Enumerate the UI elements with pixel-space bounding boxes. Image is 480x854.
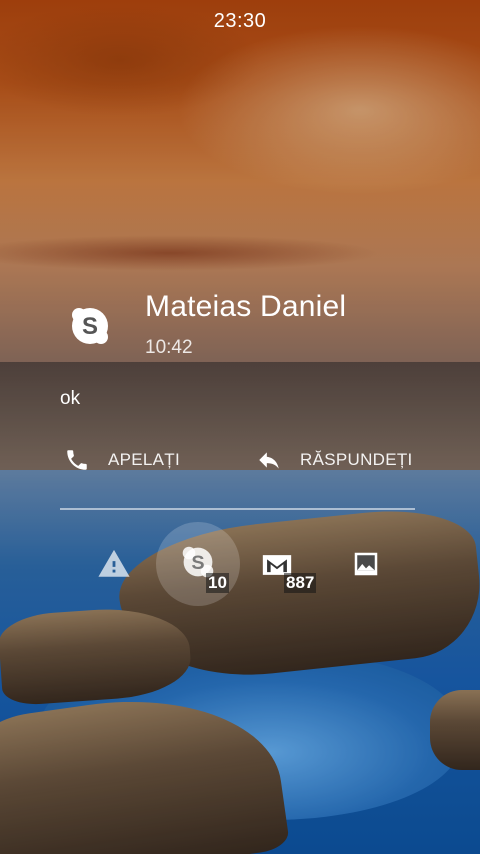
- app-gmail[interactable]: 887: [252, 522, 332, 602]
- call-button[interactable]: APELAȚI: [64, 440, 180, 480]
- divider: [60, 508, 415, 510]
- skype-icon: S: [70, 306, 110, 346]
- call-label: APELAȚI: [108, 450, 181, 469]
- skype-badge: 10: [206, 573, 229, 593]
- notification-title: Mateias Daniel: [145, 290, 347, 323]
- reply-button[interactable]: RĂSPUNDEȚI: [256, 440, 413, 480]
- notification-actions: APELAȚI RĂSPUNDEȚI: [60, 440, 420, 480]
- svg-text:S: S: [82, 313, 98, 340]
- app-skype[interactable]: S 10: [156, 522, 240, 606]
- status-clock: 23:30: [213, 10, 267, 32]
- reply-label: RĂSPUNDEȚI: [300, 450, 413, 469]
- notification-message: ok: [60, 388, 81, 409]
- app-warning[interactable]: [78, 522, 158, 602]
- notification-time: 10:42: [145, 337, 193, 358]
- gmail-badge: 887: [284, 573, 317, 593]
- image-icon: [354, 552, 378, 576]
- lockscreen-wallpaper: [0, 0, 480, 854]
- app-tray: S 10 887: [0, 522, 480, 612]
- app-gallery[interactable]: [326, 522, 406, 602]
- warning-icon: [98, 549, 130, 577]
- svg-text:S: S: [191, 552, 204, 574]
- phone-icon: [67, 450, 87, 470]
- reply-icon: [259, 452, 279, 469]
